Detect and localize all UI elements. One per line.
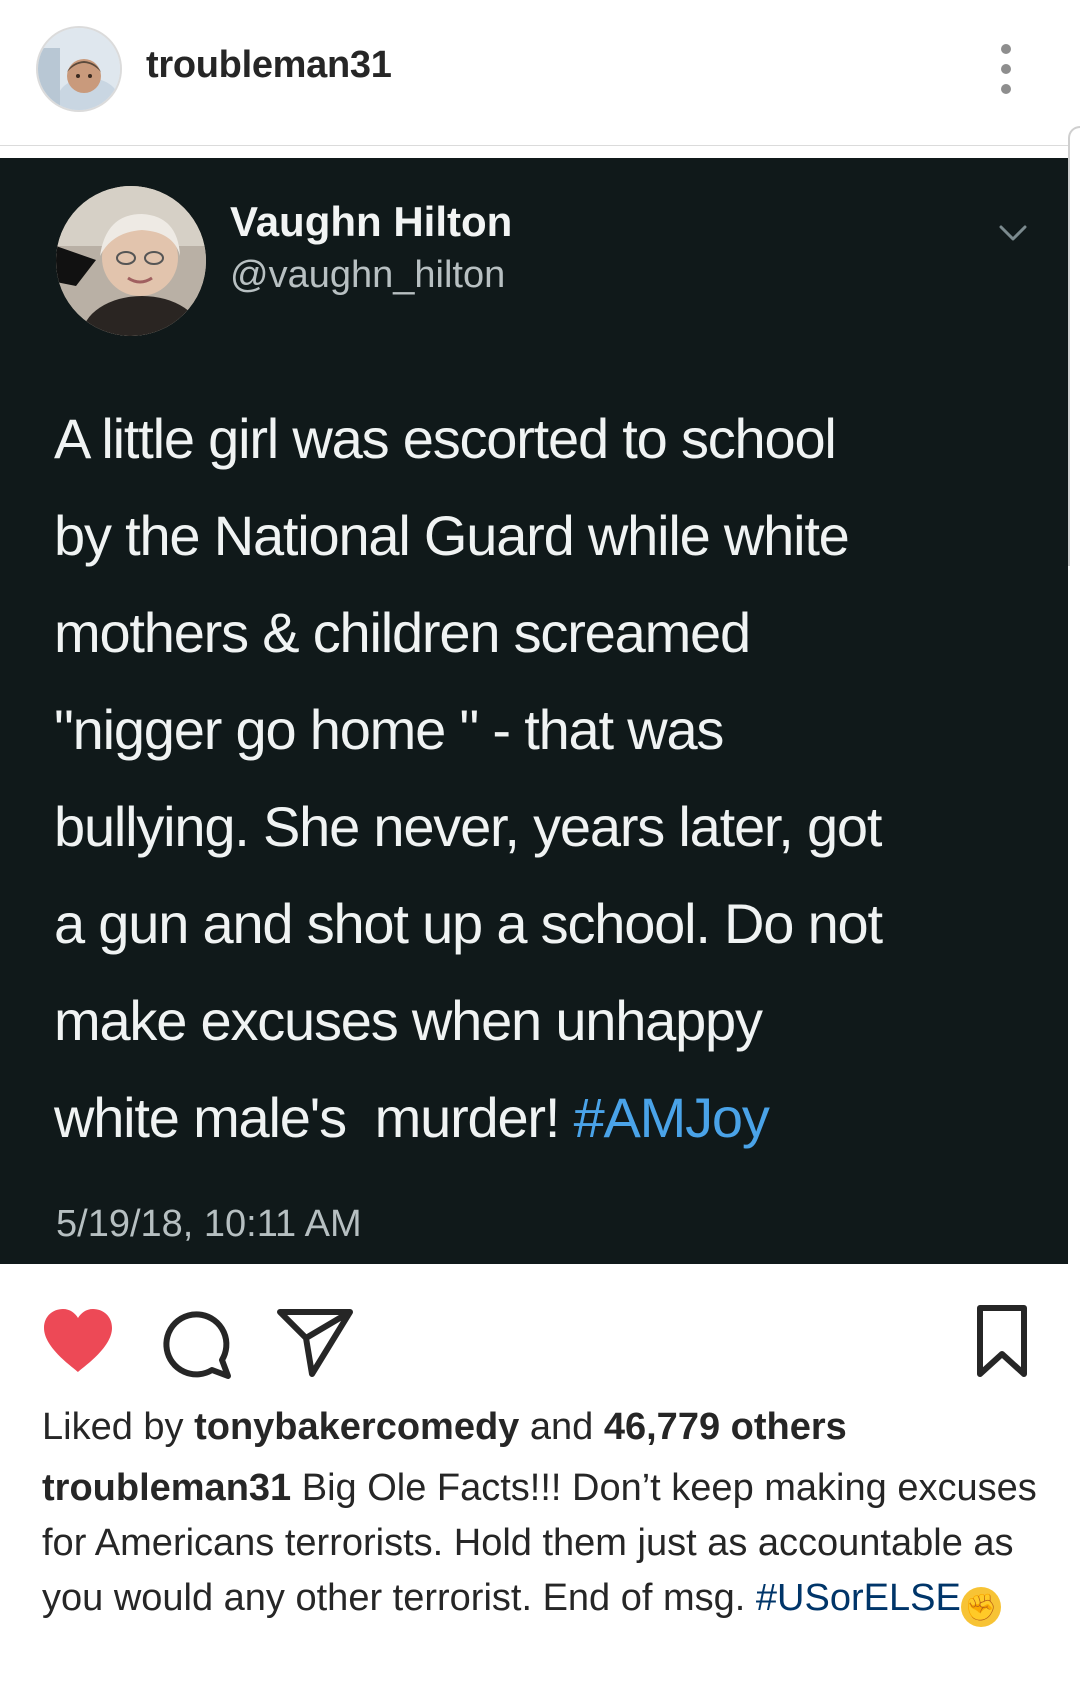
tweet-author-handle: @vaughn_hilton	[230, 254, 506, 296]
user-avatar[interactable]	[36, 26, 122, 112]
post-actions	[0, 1264, 1080, 1394]
bookmark-icon[interactable]	[976, 1304, 1028, 1378]
avatar-photo	[38, 28, 120, 110]
post-image-tweet[interactable]: Vaughn Hilton @vaughn_hilton A little gi…	[0, 158, 1068, 1264]
tweet-text-line: bullying. She never, years later, got	[54, 795, 882, 858]
more-dot	[1001, 44, 1011, 54]
likes-others[interactable]: 46,779 others	[604, 1406, 847, 1448]
chevron-down-icon	[999, 225, 1027, 241]
raised-fist-emoji: ✊	[960, 1587, 1001, 1627]
more-vertical-icon[interactable]	[994, 44, 1018, 94]
likes-liker[interactable]: tonybakercomedy	[194, 1406, 519, 1448]
post-header: troubleman31	[0, 0, 1080, 146]
tweet-avatar	[56, 186, 206, 336]
caption-username[interactable]: troubleman31	[42, 1467, 291, 1509]
tweet-text: A little girl was escorted to school by …	[54, 390, 1034, 1166]
tweet-text-line: a gun and shot up a school. Do not	[54, 892, 883, 955]
more-dot	[1001, 84, 1011, 94]
caption-hashtag[interactable]: #USorELSE	[756, 1577, 961, 1619]
scrollbar[interactable]	[1068, 126, 1080, 566]
tweet-text-line-last: white male's murder! #AMJoy	[54, 1069, 1034, 1166]
comment-icon[interactable]	[160, 1306, 234, 1380]
tweet-timestamp: 5/19/18, 10:11 AM	[56, 1203, 362, 1245]
post-caption: troubleman31 Big Ole Facts!!! Don’t keep…	[42, 1461, 1052, 1627]
tweet-author-name: Vaughn Hilton	[230, 198, 513, 245]
share-icon[interactable]	[276, 1306, 354, 1378]
more-dot	[1001, 64, 1011, 74]
tweet-text-line: by the National Guard while white	[54, 504, 850, 567]
tweet-avatar-photo	[56, 186, 206, 336]
tweet-text-line: make excuses when unhappy	[54, 989, 763, 1052]
post-username[interactable]: troubleman31	[146, 44, 392, 87]
tweet-text-line: mothers & children screamed	[54, 601, 751, 664]
tweet-text-last-part: white male's murder!	[54, 1086, 574, 1149]
tweet-hashtag: #AMJoy	[573, 1086, 770, 1149]
likes-middle: and	[519, 1406, 604, 1448]
likes-prefix: Liked by	[42, 1406, 195, 1448]
heart-icon[interactable]	[40, 1306, 116, 1374]
tweet-text-line: A little girl was escorted to school	[54, 407, 837, 470]
likes-summary[interactable]: Liked by tonybakercomedy and 46,779 othe…	[42, 1406, 847, 1449]
tweet-text-line: "nigger go home " - that was	[54, 698, 724, 761]
